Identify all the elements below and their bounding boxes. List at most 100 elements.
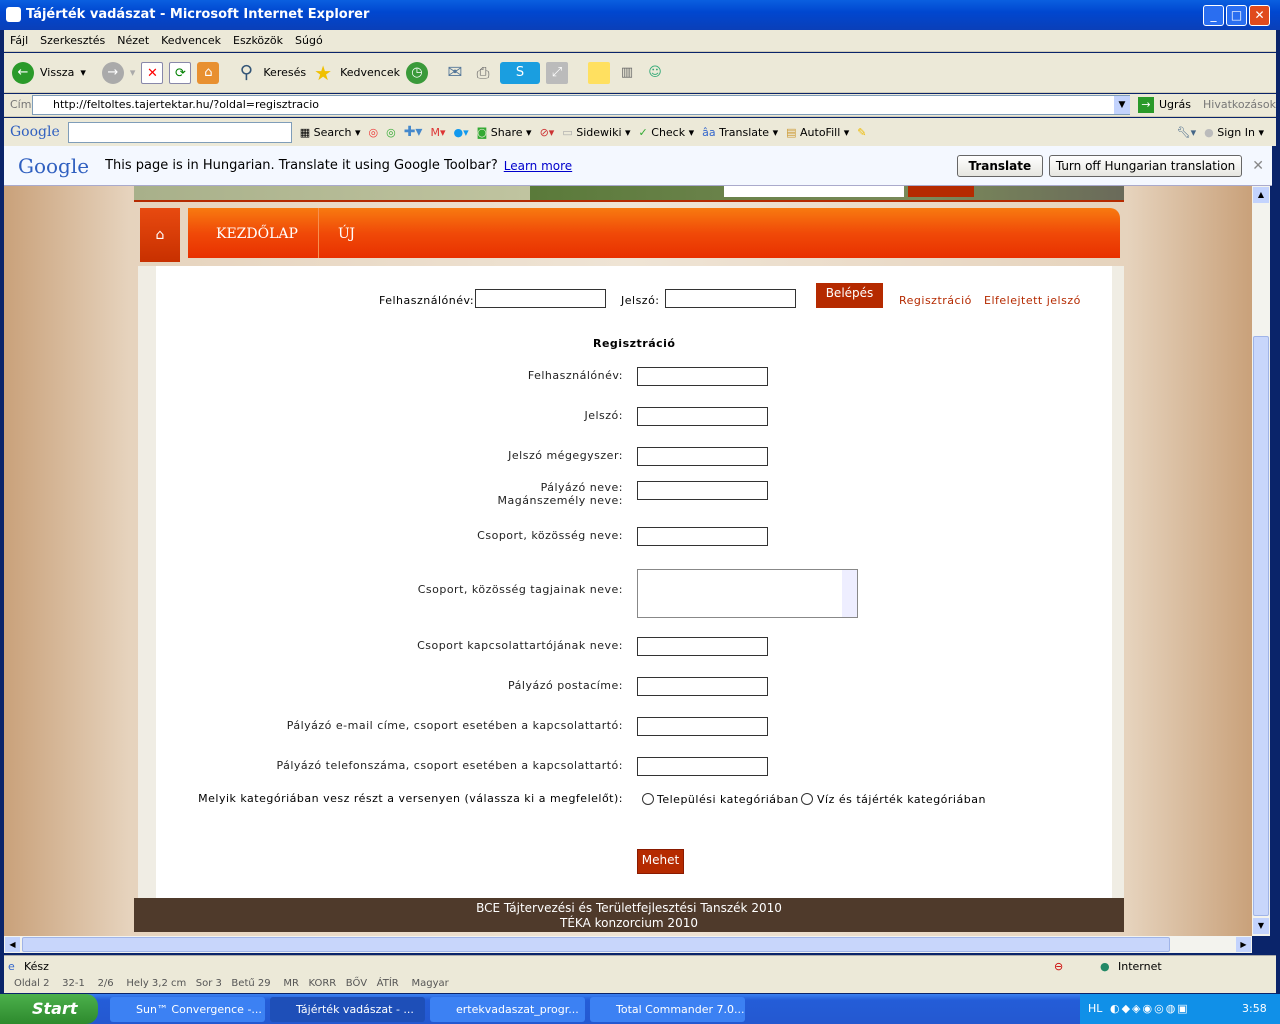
search-button[interactable]: ▦ Search ▾ — [300, 126, 361, 139]
text-input[interactable] — [637, 407, 768, 426]
turn-off-translation-button[interactable]: Turn off Hungarian translation — [1048, 154, 1243, 177]
check-button[interactable]: ✓ Check ▾ — [639, 126, 695, 139]
radio-telepulesi[interactable] — [642, 793, 654, 805]
text-input[interactable] — [637, 677, 768, 696]
radio-viz-label[interactable]: Víz és tájérték kategóriában — [817, 793, 986, 806]
wrench-icon[interactable]: 🔧︎▾ — [1177, 126, 1197, 139]
task-total-commander[interactable]: Total Commander 7.0... — [590, 997, 745, 1022]
url-text: http://feltoltes.tajertektar.hu/?oldal=r… — [53, 98, 319, 111]
menu-help[interactable]: Súgó — [295, 34, 323, 47]
spiral-icon[interactable]: ◎ — [368, 126, 378, 139]
favorites-button[interactable]: Kedvencek — [340, 66, 400, 79]
refresh-icon[interactable]: ⟳ — [169, 61, 192, 84]
translate-page-button[interactable]: Translate — [956, 154, 1043, 177]
form-title: Regisztráció — [593, 337, 676, 350]
home-nav-button[interactable]: ⌂ — [140, 208, 180, 262]
category-label: Melyik kategóriában vesz részt a verseny… — [198, 792, 623, 805]
minimize-button[interactable]: _ — [1203, 5, 1224, 26]
popup-blocker-icon[interactable]: ⊘▾ — [540, 126, 555, 139]
links-button[interactable]: Hivatkozások — [1203, 98, 1276, 111]
share-button[interactable]: ◙ Share ▾ — [477, 126, 532, 139]
mail-icon[interactable]: ✉ — [444, 62, 466, 84]
vertical-scrollbar[interactable]: ▲ ▼ — [1252, 186, 1270, 936]
textarea-scrollbar[interactable] — [842, 570, 857, 617]
footer: BCE Tájtervezési és Területfejlesztési T… — [134, 898, 1124, 932]
nav-kezdolap[interactable]: KEZDŐLAP — [216, 226, 298, 242]
text-input[interactable] — [637, 637, 768, 656]
fullscreen-icon[interactable]: ⤢ — [545, 61, 568, 84]
translate-button[interactable]: âa Translate ▾ — [702, 126, 778, 139]
nav-uj[interactable]: ÚJ — [338, 226, 355, 242]
gmail-icon[interactable]: M▾ — [430, 126, 445, 139]
menu-favorites[interactable]: Kedvencek — [161, 34, 221, 47]
back-arrow-icon[interactable]: ← — [12, 61, 34, 84]
field-label: Felhasználónév: — [527, 369, 623, 382]
home-icon[interactable]: ⌂ — [197, 61, 220, 84]
address-input[interactable]: http://feltoltes.tajertektar.hu/?oldal=r… — [32, 95, 1130, 115]
field-label: Pályázó e-mail címe, csoport esetében a … — [286, 719, 623, 732]
chat-bubble-icon[interactable]: ●▾ — [453, 126, 468, 139]
back-button[interactable]: Vissza — [40, 66, 74, 79]
sidewiki-button[interactable]: ▭ Sidewiki ▾ — [562, 126, 630, 139]
text-input[interactable] — [637, 481, 768, 500]
text-input[interactable] — [637, 527, 768, 546]
scroll-down-icon[interactable]: ▼ — [1253, 918, 1269, 934]
menu-view[interactable]: Nézet — [117, 34, 149, 47]
favorites-star-icon[interactable]: ★ — [312, 62, 334, 84]
scroll-left-icon[interactable]: ◀ — [5, 937, 20, 952]
learn-more-link[interactable]: Learn more — [504, 159, 572, 173]
search-button[interactable]: Keresés — [263, 66, 306, 79]
tray-icons[interactable]: ◐◆◈◉◎◍▣ — [1110, 994, 1190, 1024]
history-icon[interactable]: ◷ — [405, 61, 428, 84]
language-indicator[interactable]: HL — [1088, 994, 1102, 1024]
submit-button[interactable]: Mehet — [637, 849, 684, 874]
hscroll-thumb[interactable] — [22, 937, 1170, 952]
maximize-button[interactable]: □ — [1226, 5, 1247, 26]
horizontal-scrollbar[interactable]: ◀ ▶ — [4, 936, 1252, 953]
autofill-button[interactable]: ▤ AutoFill ▾ — [786, 126, 849, 139]
field-label: Csoport kapcsolattartójának neve: — [417, 639, 623, 652]
text-input[interactable] — [637, 367, 768, 386]
menu-file[interactable]: Fájl — [10, 34, 28, 47]
start-button[interactable]: Start — [0, 994, 98, 1024]
highlighter-icon[interactable]: ✎ — [857, 126, 866, 139]
scroll-thumb[interactable] — [1253, 336, 1269, 916]
text-input[interactable] — [637, 757, 768, 776]
go-arrow-icon[interactable]: → — [1138, 97, 1154, 113]
google-search-input[interactable] — [67, 121, 292, 143]
radio-telepulesi-label[interactable]: Települési kategóriában — [657, 793, 799, 806]
header-search-button[interactable] — [908, 186, 974, 197]
globe-icon: ● — [1100, 960, 1110, 973]
messenger-icon[interactable]: ☺ — [644, 62, 666, 84]
task-tajertek[interactable]: Tájérték vadászat - ... — [270, 997, 425, 1022]
search-icon[interactable]: ⚲ — [235, 62, 257, 84]
popup-blocked-icon: ⊖ — [1054, 960, 1064, 973]
address-bar: Cím http://feltoltes.tajertektar.hu/?old… — [4, 94, 1276, 117]
header-search-input[interactable] — [724, 186, 904, 197]
menu-edit[interactable]: Szerkesztés — [40, 34, 105, 47]
go-button[interactable]: Ugrás — [1159, 98, 1191, 111]
task-word-doc[interactable]: ertekvadaszat_progr... — [430, 997, 585, 1022]
menu-tools[interactable]: Eszközök — [233, 34, 283, 47]
print-icon[interactable]: ⎙ — [472, 62, 494, 84]
stop-icon[interactable]: ✕ — [141, 61, 164, 84]
close-icon[interactable]: ✕ — [1252, 158, 1264, 174]
text-input[interactable] — [637, 717, 768, 736]
textarea-group-members[interactable] — [637, 569, 858, 618]
task-sun-convergence[interactable]: Sun™ Convergence -... — [110, 997, 265, 1022]
spiral-icon[interactable]: ◎ — [386, 126, 396, 139]
skype-icon[interactable]: S — [499, 61, 540, 84]
footer-line-2: TÉKA konzorcium 2010 — [560, 916, 698, 930]
radio-viz[interactable] — [801, 793, 813, 805]
scroll-right-icon[interactable]: ▶ — [1236, 937, 1251, 952]
forward-arrow-icon[interactable]: → — [101, 61, 124, 84]
plus-icon[interactable]: ✚▾ — [404, 124, 423, 140]
google-logo: Google — [10, 124, 60, 140]
close-button[interactable]: ✕ — [1249, 5, 1270, 26]
chevron-down-icon[interactable]: ▼ — [1114, 96, 1130, 114]
note-icon[interactable] — [587, 61, 610, 84]
scroll-up-icon[interactable]: ▲ — [1253, 187, 1269, 203]
text-input[interactable] — [637, 447, 768, 466]
sign-in-button[interactable]: ● Sign In ▾ — [1204, 126, 1264, 139]
research-icon[interactable]: ▥ — [616, 62, 638, 84]
